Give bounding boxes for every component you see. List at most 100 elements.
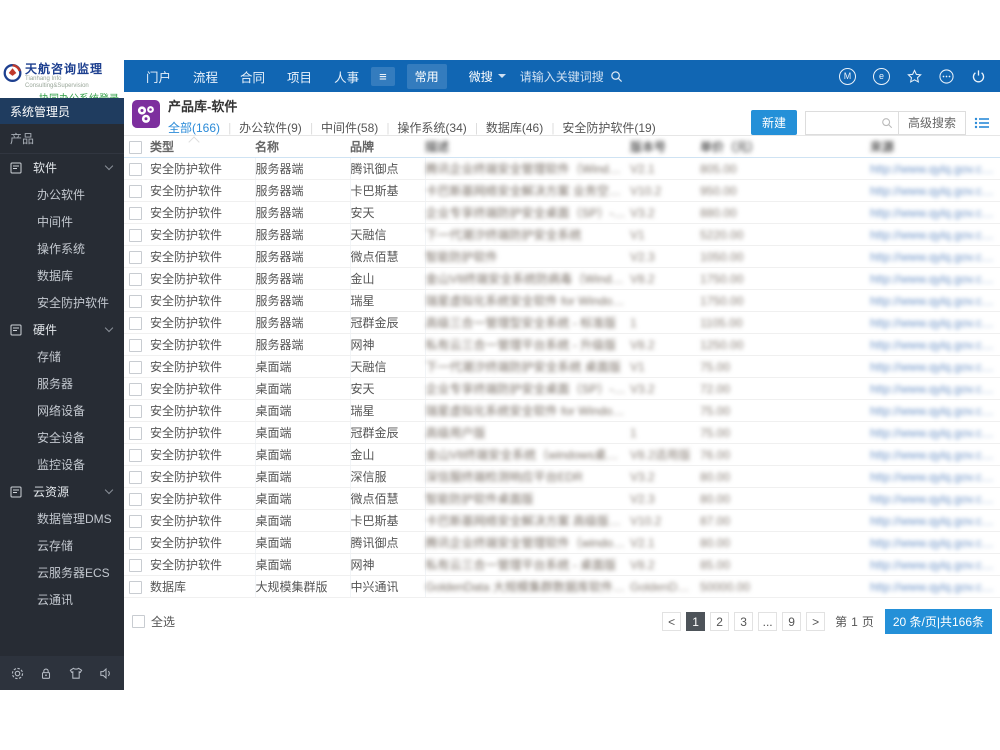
- gear-icon[interactable]: [10, 666, 25, 681]
- menu-toggle-button[interactable]: ≡: [371, 66, 395, 86]
- m-circle-icon[interactable]: M: [839, 67, 856, 85]
- sidebar-item[interactable]: 中间件: [0, 208, 124, 235]
- row-checkbox[interactable]: [128, 162, 142, 176]
- row-checkbox[interactable]: [128, 206, 142, 220]
- list-view-icon[interactable]: [974, 116, 990, 130]
- row-checkbox[interactable]: [128, 580, 142, 594]
- global-search-input[interactable]: 请输入关键词搜: [514, 65, 629, 88]
- cell-price: 1050.00: [700, 245, 870, 268]
- row-checkbox[interactable]: [128, 360, 142, 374]
- top-nav-item-4[interactable]: 人事: [334, 67, 359, 86]
- sidebar-group-cloud[interactable]: 云资源: [0, 478, 124, 505]
- speaker-icon[interactable]: [98, 666, 114, 681]
- sidebar-item[interactable]: 办公软件: [0, 181, 124, 208]
- cell-price: 87.00: [700, 509, 870, 532]
- row-checkbox[interactable]: [128, 492, 142, 506]
- row-checkbox[interactable]: [128, 558, 142, 572]
- top-nav-item-2[interactable]: 合同: [240, 67, 265, 86]
- star-icon[interactable]: [907, 68, 922, 84]
- sidebar-item[interactable]: 数据管理DMS: [0, 505, 124, 532]
- table-row: 安全防护软件 桌面端 天融信 下一代潮汐终端防护安全系统 桌面版 V1 75.00 http…: [124, 355, 1000, 378]
- sidebar-item[interactable]: 安全防护软件: [0, 289, 124, 316]
- cell-price: 85.00: [700, 553, 870, 576]
- sidebar-item[interactable]: 云服务器ECS: [0, 559, 124, 586]
- sidebar-item[interactable]: 服务器: [0, 370, 124, 397]
- cell-brand: 金山: [350, 443, 426, 466]
- page-prev-button[interactable]: <: [662, 612, 682, 631]
- header-checkbox[interactable]: [128, 140, 142, 154]
- cell-name: 服务器端: [255, 289, 351, 312]
- tshirt-icon[interactable]: [68, 666, 84, 681]
- power-icon[interactable]: [971, 69, 986, 84]
- row-checkbox[interactable]: [128, 294, 142, 308]
- cell-type: 安全防护软件: [150, 443, 256, 466]
- advanced-search-button[interactable]: 高级搜索: [897, 111, 965, 134]
- select-all-control[interactable]: 全选: [132, 613, 175, 630]
- row-checkbox[interactable]: [128, 338, 142, 352]
- cell-source: http://www.qylq.gov.cn/jlqj/: [870, 509, 1000, 532]
- tab-1[interactable]: 办公软件(9): [239, 119, 302, 136]
- cell-version: V8.2: [630, 553, 700, 576]
- sidebar-item[interactable]: 云存储: [0, 532, 124, 559]
- table-row: 安全防护软件桌面端腾讯御点腾讯企业终端安全管理软件（windows版）- V2.…: [124, 531, 1000, 554]
- page-jump-number[interactable]: 1: [851, 615, 858, 629]
- cell-price: 75.00: [700, 421, 870, 444]
- page-button-3[interactable]: 3: [734, 612, 754, 631]
- page-size-info[interactable]: 20 条/页|共166条: [884, 609, 992, 634]
- tab-5[interactable]: 安全防护软件(19): [562, 119, 655, 136]
- new-button[interactable]: 新建: [750, 110, 797, 135]
- top-nav-item-1[interactable]: 流程: [193, 67, 218, 86]
- cell-price: 1750.00: [700, 289, 870, 312]
- row-checkbox[interactable]: [128, 228, 142, 242]
- sidebar-item[interactable]: 监控设备: [0, 451, 124, 478]
- cell-version: V1: [630, 223, 700, 246]
- row-checkbox[interactable]: [128, 426, 142, 440]
- sidebar-section-product[interactable]: 产品: [0, 124, 124, 154]
- row-checkbox[interactable]: [128, 536, 142, 550]
- sidebar-item[interactable]: 存储: [0, 343, 124, 370]
- cell-type: 数据库: [150, 575, 256, 598]
- row-checkbox[interactable]: [128, 272, 142, 286]
- lock-icon[interactable]: [39, 666, 53, 681]
- row-checkbox[interactable]: [128, 316, 142, 330]
- select-all-checkbox[interactable]: [132, 615, 145, 628]
- row-checkbox[interactable]: [128, 382, 142, 396]
- cell-source: http://www.qylq.gov.cn/jlqj/: [870, 245, 1000, 268]
- sidebar-group-software[interactable]: 软件: [0, 154, 124, 181]
- sidebar-group-hardware[interactable]: 硬件: [0, 316, 124, 343]
- wesearch-dropdown[interactable]: 微搜: [469, 68, 506, 85]
- tab-3[interactable]: 操作系统(34): [397, 119, 466, 136]
- sidebar-item[interactable]: 数据库: [0, 262, 124, 289]
- page-ellipsis: ...: [758, 612, 778, 631]
- page-button-1[interactable]: 1: [686, 612, 706, 631]
- cell-type: 安全防护软件: [150, 421, 256, 444]
- tab-2[interactable]: 中间件(58): [321, 119, 378, 136]
- cell-version: V8.2: [630, 267, 700, 290]
- tab-0[interactable]: 全部(166): [168, 119, 220, 136]
- row-checkbox[interactable]: [128, 404, 142, 418]
- tab-4[interactable]: 数据库(46): [486, 119, 543, 136]
- sidebar-item[interactable]: 网络设备: [0, 397, 124, 424]
- more-circle-icon[interactable]: [939, 68, 954, 84]
- e-circle-icon[interactable]: e: [873, 67, 890, 85]
- cell-name: 桌面端: [255, 487, 351, 510]
- table-row: 安全防护软件 桌面端 微点佰慧 智能防护软件桌面版 V2.3 80.00 http://ww…: [124, 487, 1000, 510]
- row-checkbox[interactable]: [128, 250, 142, 264]
- top-nav-item-0[interactable]: 门户: [146, 67, 171, 86]
- table-search-input[interactable]: [805, 111, 876, 134]
- row-checkbox[interactable]: [128, 448, 142, 462]
- nav-common-button[interactable]: 常用: [406, 63, 447, 89]
- row-checkbox[interactable]: [128, 514, 142, 528]
- cell-source: http://www.qylq.gov.cn/jlqj/: [870, 179, 1000, 202]
- product-table: 类型 名称 品牌 描述 版本号 单价（元） 来源 安全防护软件 服务器端 腾讯御点 腾讯企业终端安…: [124, 136, 1000, 598]
- page-next-button[interactable]: >: [806, 612, 826, 631]
- page-button-2[interactable]: 2: [710, 612, 730, 631]
- row-checkbox-cell: [124, 465, 150, 488]
- sidebar-item[interactable]: 操作系统: [0, 235, 124, 262]
- sidebar-item[interactable]: 安全设备: [0, 424, 124, 451]
- page-button-9[interactable]: 9: [782, 612, 802, 631]
- row-checkbox[interactable]: [128, 470, 142, 484]
- top-nav-item-3[interactable]: 项目: [287, 67, 312, 86]
- row-checkbox[interactable]: [128, 184, 142, 198]
- sidebar-item[interactable]: 云通讯: [0, 586, 124, 613]
